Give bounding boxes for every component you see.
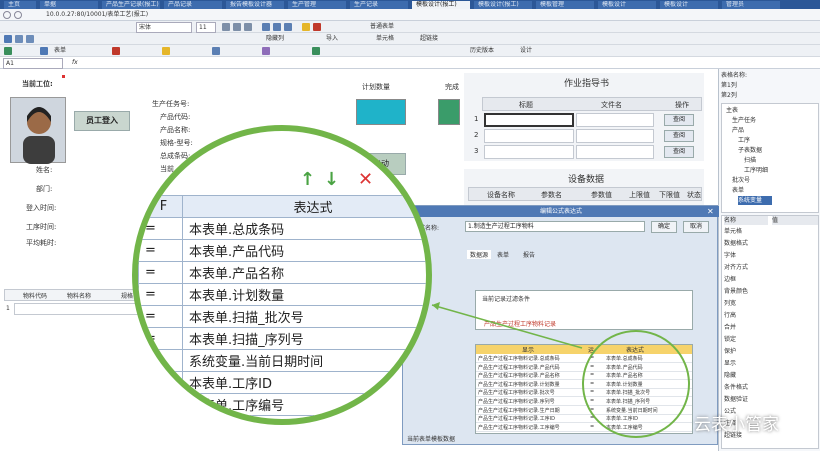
zoom-magnifier: ↑ ↓ ✕ F 表达式 = 本表单.总成条码 = 本表单.产品代码 = 本表单.产品名称 =… bbox=[132, 125, 432, 425]
brand-watermark: 云表小管家 bbox=[694, 415, 779, 435]
move-down-icon[interactable]: ↓ bbox=[324, 169, 339, 190]
magnified-expression-table: F 表达式 = 本表单.总成条码 = 本表单.产品代码 = 本表单.产品名称 = 本表单.计划… bbox=[138, 195, 426, 416]
op-cell: = bbox=[138, 261, 183, 284]
op-cell: = bbox=[138, 239, 183, 262]
op-cell: = bbox=[138, 327, 183, 350]
move-up-icon[interactable]: ↑ bbox=[300, 169, 315, 190]
expression-cell: 本表单.扫描_序列号 bbox=[182, 327, 426, 350]
op-cell: = bbox=[138, 217, 183, 240]
expression-cell: 本表单.工序ID bbox=[182, 371, 426, 394]
op-cell bbox=[138, 371, 183, 394]
expression-row[interactable]: = 本表单.扫描_批次号 bbox=[138, 305, 426, 328]
op-header: F bbox=[138, 195, 183, 218]
expression-cell: 本表单.扫描_批次号 bbox=[182, 305, 426, 328]
op-cell bbox=[138, 393, 183, 416]
expression-row[interactable]: = 系统变量.当前日期时间 bbox=[138, 349, 426, 372]
op-cell: = bbox=[138, 349, 183, 372]
expression-row[interactable]: = 本表单.总成条码 bbox=[138, 217, 426, 240]
expression-cell: 本表单.计划数量 bbox=[182, 283, 426, 306]
delete-icon[interactable]: ✕ bbox=[358, 169, 373, 190]
expression-cell: 本表单.产品代码 bbox=[182, 239, 426, 262]
expression-row[interactable]: 本表单.工序编号 bbox=[138, 393, 426, 416]
expression-row[interactable]: = 本表单.扫描_序列号 bbox=[138, 327, 426, 350]
op-cell: = bbox=[138, 283, 183, 306]
expression-row[interactable]: = 本表单.计划数量 bbox=[138, 283, 426, 306]
expression-row[interactable]: 本表单.工序ID bbox=[138, 371, 426, 394]
expression-row[interactable]: = 本表单.产品代码 bbox=[138, 239, 426, 262]
expression-cell: 系统变量.当前日期时间 bbox=[182, 349, 426, 372]
op-cell: = bbox=[138, 305, 183, 328]
expression-row[interactable]: = 本表单.产品名称 bbox=[138, 261, 426, 284]
expression-cell: 本表单.产品名称 bbox=[182, 261, 426, 284]
expression-cell: 本表单.总成条码 bbox=[182, 217, 426, 240]
expression-header: 表达式 bbox=[182, 195, 426, 218]
expression-cell: 本表单.工序编号 bbox=[182, 393, 426, 416]
